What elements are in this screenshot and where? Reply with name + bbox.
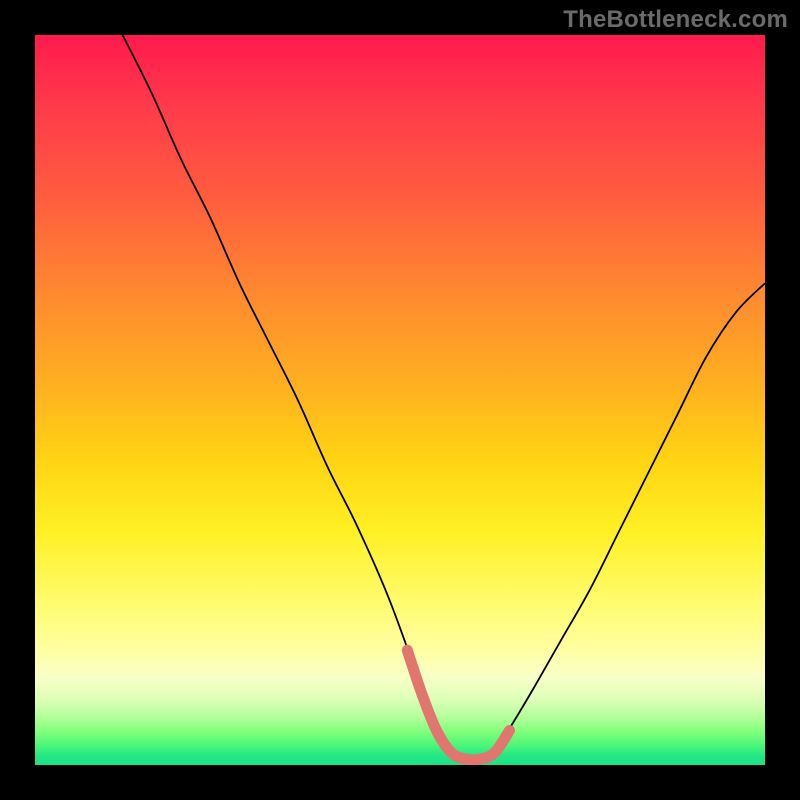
curve-svg (35, 35, 765, 765)
bottleneck-curve-path (123, 35, 765, 760)
accent-basin-path (407, 650, 509, 760)
plot-area (35, 35, 765, 765)
watermark-text: TheBottleneck.com (563, 6, 788, 34)
chart-frame: TheBottleneck.com (0, 0, 800, 800)
